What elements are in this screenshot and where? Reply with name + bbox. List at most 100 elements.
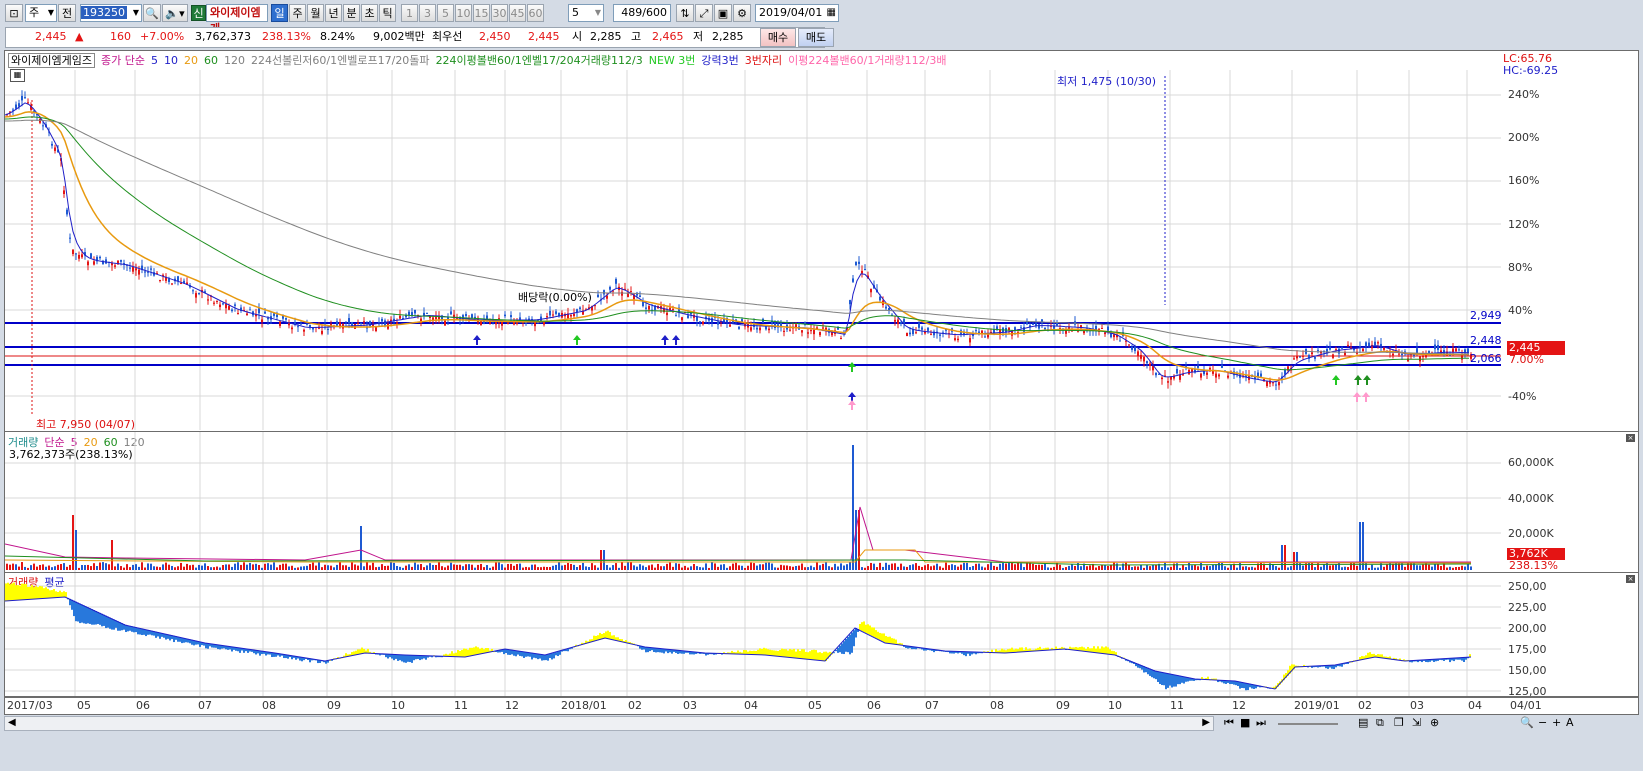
interval-button[interactable]: 15 [473,4,490,22]
avg-fill [817,652,819,661]
candle-body [207,299,209,301]
avg-fill [75,601,77,622]
interval-button[interactable]: 60 [527,4,544,22]
volume-chart[interactable] [5,432,1501,572]
legend-item[interactable]: 60 [204,54,218,67]
interval-button[interactable]: 30 [491,4,508,22]
date-input[interactable]: 2019/04/01 ▦ [755,4,839,22]
avg-fill [1095,648,1097,653]
volume-bar [33,563,35,570]
interval-button[interactable]: 5 [437,4,454,22]
legend-item[interactable]: 강력3번 [701,54,738,67]
date-value: 2019/04/01 [759,6,823,19]
candle-body [954,338,956,341]
magnify-icon[interactable]: 🔍 [1520,716,1534,729]
interval-button[interactable]: 10 [455,4,472,22]
period-tab[interactable]: 일 [271,4,288,22]
candle-body [408,311,410,316]
next-page-icon[interactable]: ⏭ [1256,716,1266,730]
legend-item[interactable]: 10 [164,54,178,67]
interval-button[interactable]: 3 [419,4,436,22]
avg-fill [859,624,861,630]
prev-page-icon[interactable]: ⏮ [1224,716,1234,730]
zoom-slider[interactable] [1278,723,1338,725]
search-icon[interactable]: 🔍 [143,4,161,22]
volume-avg-chart[interactable] [5,573,1501,696]
volume-bar [1311,562,1313,570]
copy-icon[interactable]: ❐ [1394,716,1404,729]
avg-fill [1111,650,1113,655]
layout-icon[interactable]: ⊡ [5,4,23,22]
volume-bar [843,565,845,570]
candle-body [759,327,761,331]
volume-bar [705,563,707,570]
save-icon[interactable]: ▣ [714,4,732,22]
interval-select[interactable]: 5 ▼ [568,4,604,22]
interval-button[interactable]: 45 [509,4,526,22]
window-icon[interactable]: ⧉ [1376,716,1384,730]
calendar-icon[interactable]: ▦ [827,5,836,21]
legend-item[interactable]: 120 [224,54,245,67]
zoom-in-icon[interactable]: ⊕ [1430,716,1439,729]
legend-item[interactable]: 20 [184,54,198,67]
scroll-right-icon[interactable]: ▶ [1202,717,1210,728]
period-tab[interactable]: 초 [361,4,378,22]
legend-item[interactable]: 이평224볼밴60/1거래량112/3배 [788,54,946,67]
plus-icon[interactable]: + [1552,716,1561,729]
volume-bar [1371,564,1373,570]
volume-bar [249,562,251,570]
volume-bar [1095,567,1097,570]
gear-icon[interactable]: ⚙ [733,4,751,22]
period-tab[interactable]: 월 [307,4,324,22]
panel-close-icon[interactable]: × [1626,434,1635,442]
candle-body [1302,355,1304,357]
buy-button[interactable]: 매수 [760,28,796,47]
volume-bar [141,562,143,570]
zoom-out-icon[interactable]: − [1538,716,1547,729]
draw-tool-icon[interactable]: ⤢ [695,4,713,22]
period-tab[interactable]: 년 [325,4,342,22]
font-size-icon[interactable]: A [1566,716,1574,729]
avg-fill [557,651,559,657]
speaker-icon[interactable]: 🔈▾ [162,4,188,22]
avg-fill [111,618,113,630]
legend-item[interactable]: 224이평볼밴60/1엔벨17/204거래량112/3 [436,54,643,67]
price-chart[interactable] [5,70,1501,430]
legend-item[interactable]: NEW 3번 [649,54,696,67]
mode-select[interactable]: 주 ▼ [25,4,57,22]
stock-code-input[interactable]: 193250 ▼ [80,4,142,22]
legend-item[interactable]: 3번자리 [745,54,782,67]
interval-button[interactable]: 1 [401,4,418,22]
avg-fill [801,649,803,659]
candle-body [672,308,674,310]
legend-item[interactable]: 종가 단순 [101,54,145,67]
chart-list-icon[interactable]: ▤ [1358,716,1368,729]
chevron-down-icon: ▼ [47,8,54,17]
volume-bar [897,566,899,570]
period-tab[interactable]: 주 [289,4,306,22]
chevron-down-icon[interactable]: ▼ [133,5,139,21]
candle-body [249,309,251,311]
scroll-left-icon[interactable]: ◀ [8,717,16,728]
chart-tool-icon[interactable]: ⇅ [676,4,694,22]
fit-icon[interactable]: ⇲ [1412,716,1421,729]
avg-fill [737,650,739,655]
legend-item[interactable]: 5 [151,54,158,67]
period-tab[interactable]: 분 [343,4,360,22]
avg-fill [469,647,471,657]
prev-button[interactable]: 전 [58,4,76,22]
legend-item[interactable]: 224선볼린저60/1엔벨로프17/20돌파 [251,54,430,67]
avg-fill [1381,654,1383,658]
sell-button[interactable]: 매도 [798,28,834,47]
candle-body [135,268,137,271]
period-tab[interactable]: 틱 [379,4,396,22]
legend-item[interactable]: 와이제이엠게임즈 [8,53,95,68]
avg-fill [463,648,465,657]
interval-select-value: 5 [572,6,579,19]
avg-fill [751,651,753,655]
avg-fill [395,654,397,659]
stop-icon[interactable]: ■ [1240,716,1250,729]
candle-body [237,313,239,315]
panel-close-icon[interactable]: × [1626,575,1635,583]
scrollbar[interactable]: ◀ ▶ [4,716,1214,731]
